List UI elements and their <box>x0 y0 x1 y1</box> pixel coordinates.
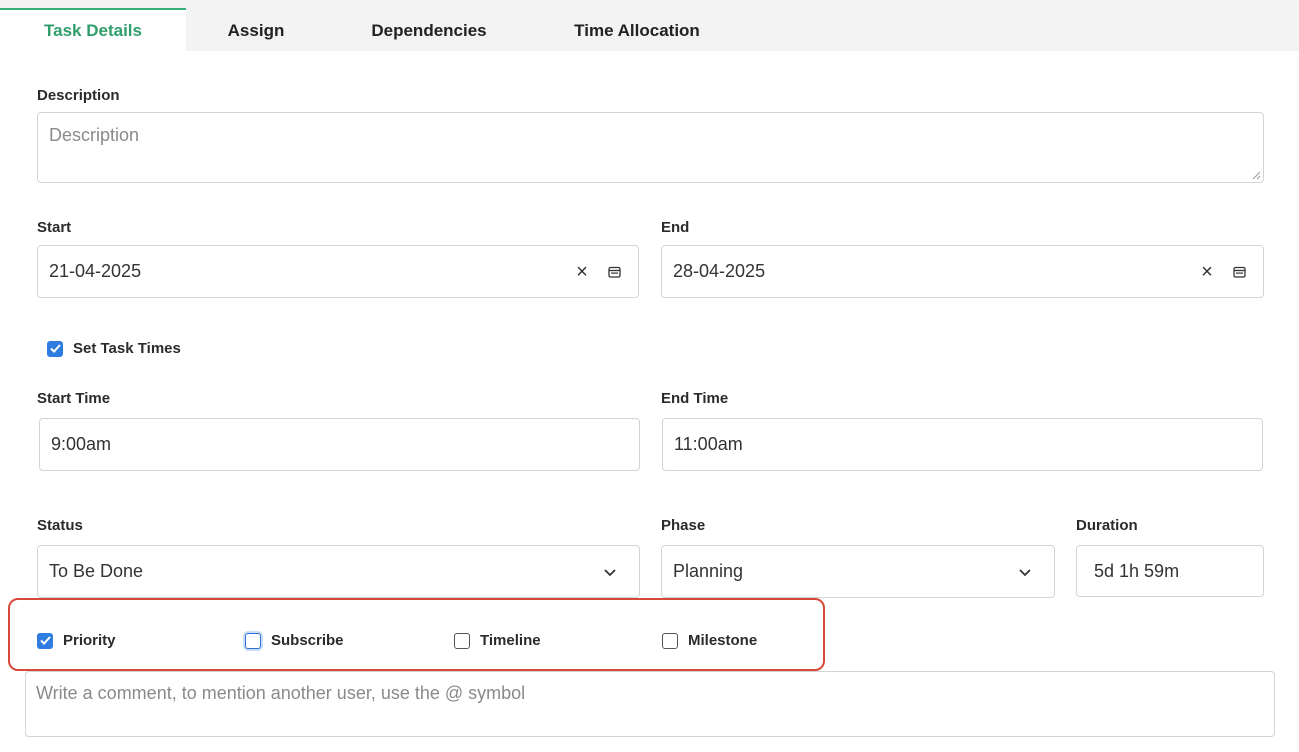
end-time-label: End Time <box>661 390 729 407</box>
start-time-label: Start Time <box>37 390 111 407</box>
duration-value: 5d 1h 59m <box>1094 560 1180 581</box>
duration-label: Duration <box>1076 517 1138 534</box>
tab-bar: Task Details Assign Dependencies Time Al… <box>0 0 1299 51</box>
end-time-value: 11:00am <box>674 434 743 454</box>
close-icon[interactable]: × <box>572 262 592 282</box>
set-task-times-label: Set Task Times <box>73 340 181 357</box>
end-label: End <box>661 219 690 236</box>
status-label: Status <box>37 517 83 534</box>
comment-input[interactable]: Write a comment, to mention another user… <box>25 671 1275 737</box>
chevron-down-icon <box>604 568 616 576</box>
description-placeholder: Description <box>49 125 140 145</box>
close-icon[interactable]: × <box>1197 262 1217 282</box>
phase-label: Phase <box>661 517 706 534</box>
tab-task-details[interactable]: Task Details <box>0 8 186 51</box>
chevron-down-icon <box>1019 568 1031 576</box>
calendar-icon[interactable] <box>608 266 621 278</box>
checkbox-checked-icon[interactable] <box>47 340 63 357</box>
end-date-input[interactable]: 28-04-2025 × <box>661 245 1264 298</box>
start-label: Start <box>37 219 72 236</box>
phase-value: Planning <box>673 561 744 581</box>
duration-field[interactable]: 5d 1h 59m <box>1076 545 1264 597</box>
start-time-input[interactable]: 9:00am <box>39 418 640 471</box>
start-time-value: 9:00am <box>51 434 112 454</box>
status-select[interactable]: To Be Done <box>37 545 640 598</box>
tab-time-allocation[interactable]: Time Allocation <box>532 8 742 51</box>
highlight-box <box>8 598 825 671</box>
tab-dependencies[interactable]: Dependencies <box>326 8 532 51</box>
set-task-times-checkbox[interactable]: Set Task Times <box>47 340 181 357</box>
start-date-input[interactable]: 21-04-2025 × <box>37 245 639 298</box>
tab-assign[interactable]: Assign <box>186 8 326 51</box>
description-label: Description <box>37 87 120 104</box>
status-value: To Be Done <box>49 561 144 581</box>
calendar-icon[interactable] <box>1233 266 1246 278</box>
description-textarea[interactable]: Description <box>37 112 1264 183</box>
start-date-value: 21-04-2025 <box>49 261 142 281</box>
end-date-value: 28-04-2025 <box>673 261 766 281</box>
comment-placeholder: Write a comment, to mention another user… <box>36 683 526 703</box>
phase-select[interactable]: Planning <box>661 545 1055 598</box>
resize-handle-icon[interactable] <box>1252 171 1260 179</box>
end-time-input[interactable]: 11:00am <box>662 418 1263 471</box>
